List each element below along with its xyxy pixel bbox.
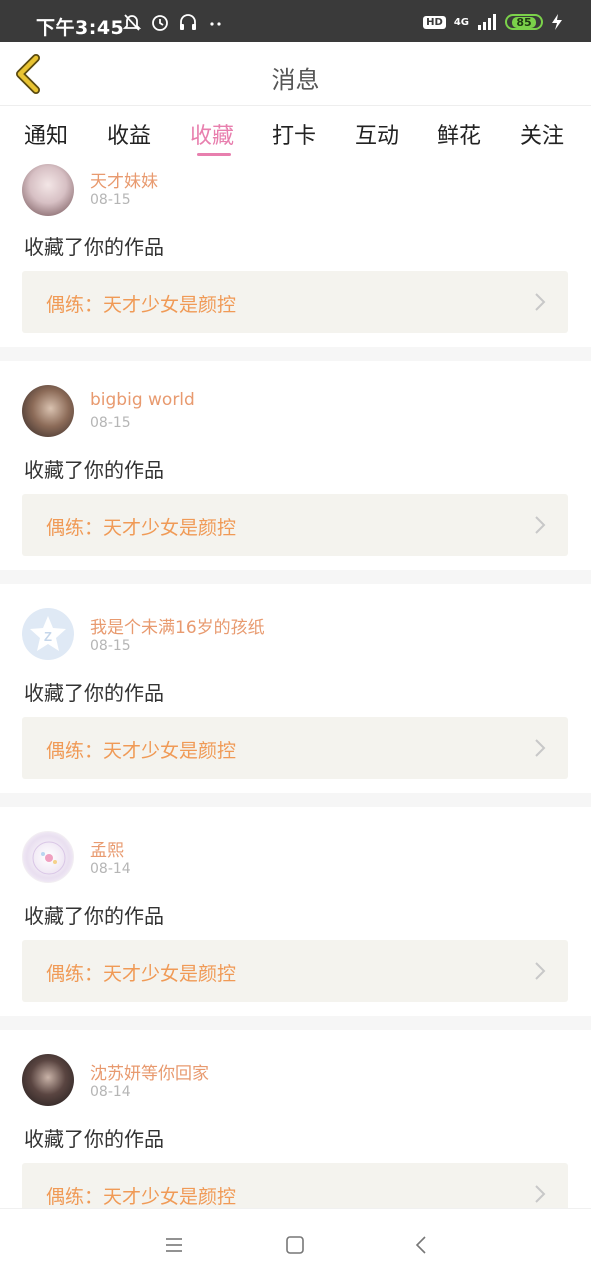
work-title: 偶练：天才少女是颜控	[46, 740, 237, 762]
avatar[interactable]	[22, 1054, 74, 1106]
work-title: 偶练：天才少女是颜控	[46, 517, 237, 539]
work-link[interactable]: 偶练：天才少女是颜控	[22, 494, 568, 556]
chevron-right-icon	[535, 1185, 546, 1203]
flower-avatar-icon	[32, 841, 66, 875]
back-triangle-icon[interactable]	[412, 1235, 432, 1255]
chevron-right-icon	[535, 516, 546, 534]
username[interactable]: 孟熙	[90, 836, 124, 861]
status-bar: 下午3:45 HD 4G 85	[0, 0, 591, 42]
work-title: 偶练：天才少女是颜控	[46, 1186, 237, 1208]
svg-text:Z: Z	[44, 629, 52, 644]
tab-interactions[interactable]: 互动	[355, 118, 399, 150]
tab-favorites[interactable]: 收藏	[190, 118, 234, 150]
message-action: 收藏了你的作品	[24, 904, 164, 928]
mute-icon	[122, 14, 142, 31]
default-avatar-icon: Z	[30, 616, 66, 651]
work-title: 偶练：天才少女是颜控	[46, 294, 237, 316]
menu-icon[interactable]	[164, 1235, 184, 1255]
tab-flowers[interactable]: 鲜花	[437, 118, 481, 150]
alarm-icon	[152, 15, 168, 31]
message-item: 天才妹妹 08-15 收藏了你的作品 偶练：天才少女是颜控	[0, 158, 591, 366]
divider	[0, 793, 591, 807]
message-action: 收藏了你的作品	[24, 235, 164, 259]
message-date: 08-14	[90, 861, 131, 877]
hd-badge: HD	[423, 15, 446, 29]
active-tab-indicator	[197, 153, 231, 156]
message-date: 08-15	[90, 638, 131, 654]
work-link[interactable]: 偶练：天才少女是颜控	[22, 940, 568, 1002]
work-link[interactable]: 偶练：天才少女是颜控	[22, 717, 568, 779]
avatar[interactable]	[22, 164, 74, 216]
tab-earnings[interactable]: 收益	[107, 118, 151, 150]
headset-icon	[180, 14, 196, 30]
username[interactable]: 我是个未满16岁的孩纸	[90, 613, 265, 638]
username[interactable]: 沈苏妍等你回家	[90, 1059, 209, 1084]
divider	[0, 1016, 591, 1030]
username[interactable]: bigbig world	[90, 390, 195, 410]
message-date: 08-15	[90, 192, 131, 208]
page-title: 消息	[271, 66, 320, 94]
divider	[0, 347, 591, 361]
chevron-right-icon	[535, 962, 546, 980]
message-item: bigbig world 08-15 收藏了你的作品 偶练：天才少女是颜控	[0, 361, 591, 569]
message-item: 孟熙 08-14 收藏了你的作品 偶练：天才少女是颜控	[0, 807, 591, 1015]
message-item: 沈苏妍等你回家 08-14 收藏了你的作品 偶练：天才少女是颜控	[0, 1030, 591, 1238]
work-link[interactable]: 偶练：天才少女是颜控	[22, 271, 568, 333]
avatar[interactable]	[22, 385, 74, 437]
system-nav-bar	[0, 1208, 591, 1280]
chevron-right-icon	[535, 739, 546, 757]
home-square-icon[interactable]	[285, 1235, 305, 1255]
avatar[interactable]: Z	[22, 608, 74, 660]
signal-icon	[478, 14, 496, 30]
message-action: 收藏了你的作品	[24, 1127, 164, 1151]
divider	[0, 570, 591, 584]
username[interactable]: 天才妹妹	[90, 167, 158, 192]
chevron-right-icon	[535, 293, 546, 311]
battery-indicator: 85	[505, 14, 543, 30]
message-date: 08-15	[90, 415, 131, 431]
header: 消息	[0, 42, 591, 106]
avatar[interactable]	[22, 831, 74, 883]
message-action: 收藏了你的作品	[24, 458, 164, 482]
message-item: Z 我是个未满16岁的孩纸 08-15 收藏了你的作品 偶练：天才少女是颜控	[0, 584, 591, 792]
tab-bar: 通知 收益 收藏 打卡 互动 鲜花 关注	[0, 106, 591, 158]
dots-icon	[210, 22, 221, 26]
message-date: 08-14	[90, 1084, 131, 1100]
network-label: 4G	[453, 16, 469, 28]
tab-notifications[interactable]: 通知	[24, 118, 68, 150]
message-action: 收藏了你的作品	[24, 681, 164, 705]
tab-following[interactable]: 关注	[520, 118, 564, 150]
tab-checkin[interactable]: 打卡	[272, 118, 316, 150]
charging-icon	[552, 14, 562, 30]
status-time: 下午3:45	[36, 17, 125, 39]
work-title: 偶练：天才少女是颜控	[46, 963, 237, 985]
